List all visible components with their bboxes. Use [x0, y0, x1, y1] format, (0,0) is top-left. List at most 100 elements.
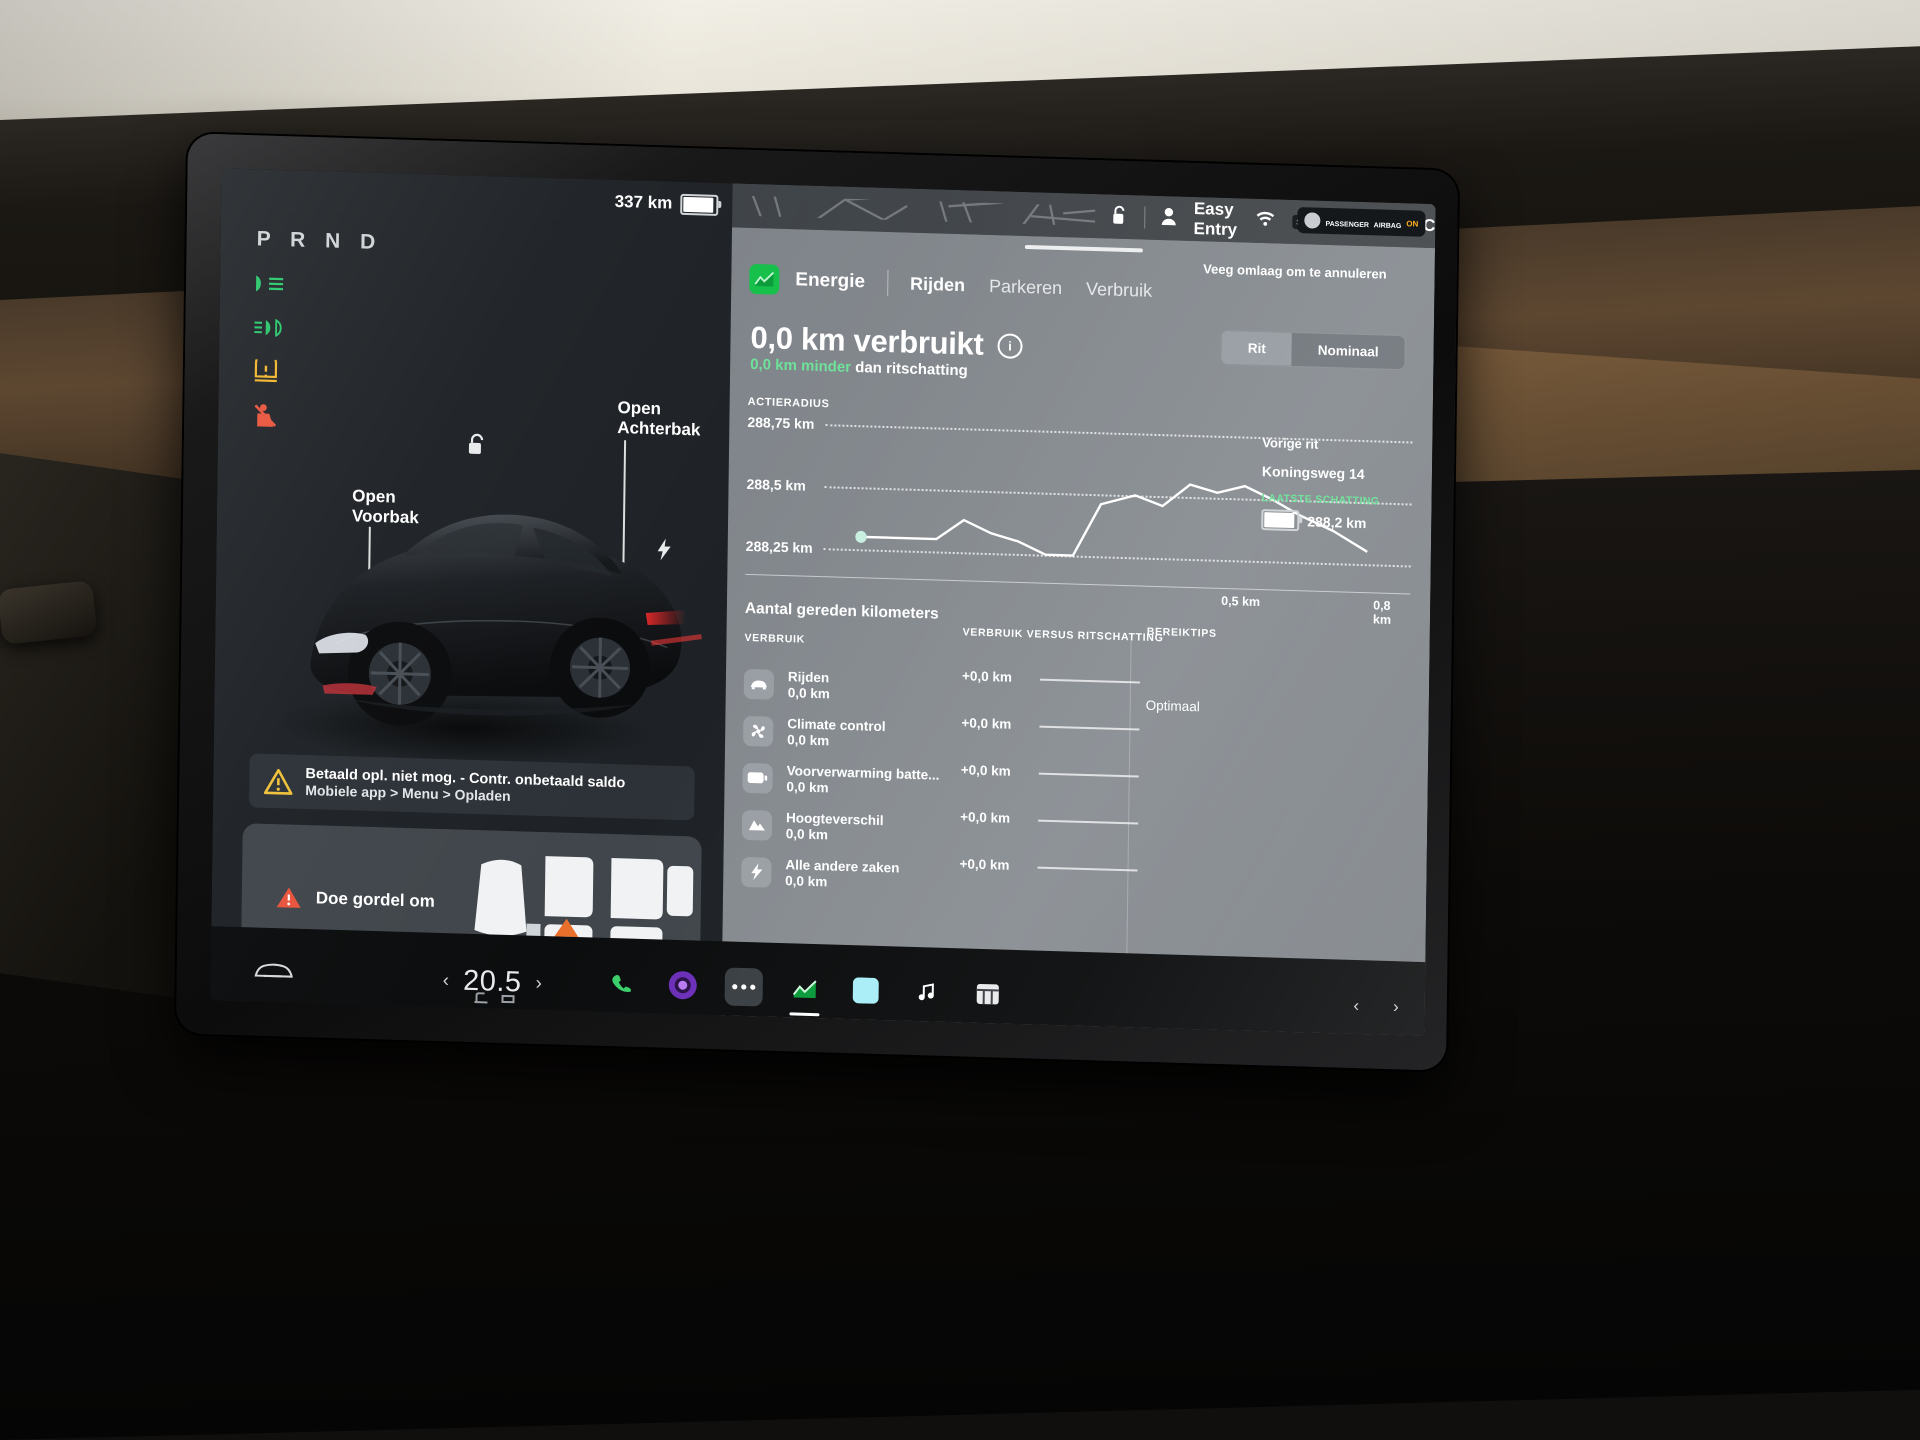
breakdown-label: Rijden	[787, 668, 830, 685]
seat-heater-icon[interactable]	[472, 992, 489, 1005]
dock-next-button[interactable]: ›	[1393, 997, 1399, 1017]
fan-icon	[743, 715, 774, 747]
tab-energie[interactable]: Energie	[795, 269, 865, 293]
status-divider	[1144, 206, 1145, 229]
range-tips-column: Optimaal	[1146, 672, 1201, 715]
passenger-airbag-indicator: PASSENGER AIRBAG ON	[1297, 207, 1426, 237]
energy-app-panel[interactable]: Veeg omlaag om te annuleren Energie Rijd…	[721, 227, 1436, 1037]
range-tip-value: Optimaal	[1145, 697, 1200, 715]
car-icon	[743, 668, 775, 700]
tab-verbruik[interactable]: Verbruik	[1086, 278, 1152, 301]
breakdown-bar	[1038, 772, 1139, 778]
breakdown-value: 0,0 km	[787, 731, 830, 748]
dock-energy-icon[interactable]	[786, 969, 825, 1008]
breakdown-bar	[1038, 819, 1139, 825]
seatbelt-text: Doe gordel om	[315, 887, 435, 911]
dock-nav-controls[interactable]: ‹ ›	[1353, 996, 1399, 1017]
screen-surface[interactable]: 337 km Easy Entry PASSENGER AIRBAG ON P …	[210, 168, 1436, 1037]
profile-name[interactable]: Easy Entry	[1193, 199, 1238, 240]
dock-toybox-icon[interactable]	[847, 971, 886, 1010]
dashboard-photo: 337 km Easy Entry PASSENGER AIRBAG ON P …	[0, 0, 1920, 1440]
app-dock[interactable]	[603, 964, 1008, 1014]
last-estimate-value: 288,2 km	[1307, 512, 1367, 531]
toggle-nominaal[interactable]: Nominaal	[1292, 333, 1405, 369]
car-illustration-stage[interactable]: Open Voorbak Open Achterbak	[213, 300, 730, 785]
gear-letters: P R N D	[256, 227, 383, 255]
battery-icon	[742, 762, 773, 794]
unlock-icon[interactable]	[1112, 204, 1127, 229]
info-icon[interactable]: i	[997, 332, 1023, 359]
energy-tabbar[interactable]: Energie Rijden Parkeren Verbruik	[749, 263, 1176, 307]
energy-icon	[749, 263, 780, 295]
dock-music-icon[interactable]	[908, 973, 947, 1012]
last-estimate-row: 288,2 km	[1261, 509, 1411, 534]
door-handle	[0, 580, 98, 645]
chart-xtick-1: 0,8 km	[1372, 598, 1392, 627]
toybox-icon[interactable]	[847, 971, 886, 1010]
bolt-icon	[741, 856, 772, 888]
consumption-delta: 0,0 km minder	[750, 355, 852, 376]
consumption-breakdown-list: Rijden 0,0 km +0,0 km Climate control 0,0 km…	[741, 660, 1409, 915]
low-beam-icon	[254, 271, 288, 296]
dock-more-icon[interactable]	[724, 967, 764, 1007]
range-mode-toggle[interactable]: Rit Nominaal	[1220, 329, 1406, 371]
estimate-battery-icon	[1261, 509, 1300, 532]
tab-separator	[886, 269, 889, 296]
car-controls-icon[interactable]	[253, 961, 294, 987]
temp-increase-button[interactable]: ›	[535, 972, 542, 994]
previous-trip-title: Vorige rit	[1262, 435, 1319, 452]
drag-handle[interactable]	[1024, 244, 1143, 253]
model-3-render[interactable]	[213, 300, 730, 785]
battery-icon	[680, 193, 719, 216]
gear-indicator: P R N D	[257, 227, 383, 255]
airbag-icon	[1304, 212, 1321, 229]
unlock-glyph	[1113, 205, 1125, 224]
person-icon[interactable]	[1162, 207, 1177, 230]
breakdown-delta: +0,0 km	[959, 856, 1010, 873]
range-chart: ACTIERADIUS 288,75 km 288,5 km 288,25 km…	[745, 396, 1413, 627]
previous-trip-box: Vorige rit Koningsweg 14 LAATSTE SCHATTI…	[1261, 435, 1412, 534]
person-glyph	[1162, 207, 1177, 225]
breakdown-delta: +0,0 km	[961, 668, 1013, 685]
previous-trip-address: Koningsweg 14	[1261, 463, 1365, 483]
dock-prev-button[interactable]: ‹	[1353, 996, 1359, 1016]
column-header-consumption: VERBRUIK	[744, 631, 806, 646]
driven-kilometers-label: Aantal gereden kilometers	[744, 599, 939, 623]
wifi-glyph	[1256, 211, 1275, 226]
breakdown-delta: +0,0 km	[960, 762, 1011, 779]
chart-xtick-0: 0,5 km	[1221, 593, 1261, 610]
center-touchscreen[interactable]: 337 km Easy Entry PASSENGER AIRBAG ON P …	[175, 133, 1459, 1071]
camera-icon[interactable]	[664, 966, 703, 1005]
defrost-icon[interactable]	[499, 993, 516, 1006]
map-background	[750, 195, 1096, 227]
calendar-icon[interactable]	[969, 975, 1008, 1014]
toggle-rit[interactable]: Rit	[1221, 330, 1293, 366]
dock-camera-icon[interactable]	[664, 966, 703, 1005]
breakdown-value: 0,0 km	[785, 872, 828, 889]
energy-icon[interactable]	[786, 969, 825, 1008]
tab-parkeren[interactable]: Parkeren	[989, 275, 1062, 298]
breakdown-value: 0,0 km	[787, 684, 830, 701]
breakdown-delta: +0,0 km	[961, 715, 1012, 732]
dock-phone-icon[interactable]	[603, 964, 642, 1003]
seat-climate-icons[interactable]	[472, 992, 516, 1005]
last-estimate-label: LAATSTE SCHATTING	[1261, 492, 1380, 508]
car-glyph	[254, 963, 294, 978]
dock-calendar-icon[interactable]	[969, 975, 1008, 1014]
wifi-icon[interactable]	[1255, 211, 1275, 232]
temp-decrease-button[interactable]: ‹	[443, 970, 450, 992]
charging-warning-text: Betaald opl. niet mog. - Contr. onbetaal…	[305, 766, 625, 807]
column-header-versus: VERBRUIK VERSUS RITSCHATTING	[962, 626, 1164, 645]
music-icon[interactable]	[908, 973, 947, 1012]
screen-bezel: 337 km Easy Entry PASSENGER AIRBAG ON P …	[175, 133, 1459, 1071]
more-icon[interactable]	[724, 967, 764, 1007]
tab-rijden[interactable]: Rijden	[910, 273, 965, 296]
breakdown-bar	[1037, 866, 1138, 872]
mountain-icon	[741, 809, 773, 841]
airbag-line1: PASSENGER	[1325, 220, 1369, 230]
energy-graph-glyph	[754, 271, 775, 287]
consumption-delta-suffix: dan ritschatting	[855, 359, 968, 380]
vehicle-visualization-panel[interactable]: P R N D Open Voorbak Open Achterbak Beta…	[210, 212, 733, 1016]
phone-icon[interactable]	[603, 964, 642, 1003]
range-value: 337 km	[614, 191, 673, 213]
